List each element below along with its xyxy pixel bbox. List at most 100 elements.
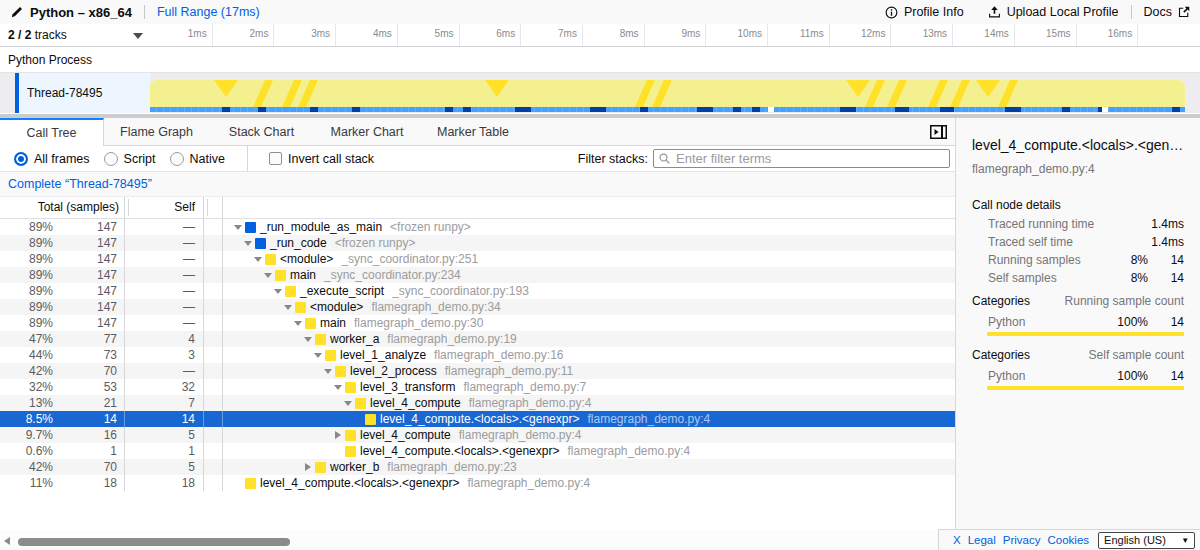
twisty-spacer (234, 479, 242, 487)
process-track-header[interactable]: Python Process (0, 47, 1200, 73)
expanded-triangle-icon[interactable] (334, 383, 342, 391)
tree-row-14[interactable]: 0.6%11level_4_compute.<locals>.<genexpr>… (0, 443, 955, 459)
tab-stack-chart[interactable]: Stack Chart (209, 118, 314, 146)
edit-pencil-icon[interactable] (10, 6, 23, 19)
upload-profile-button[interactable]: Upload Local Profile (988, 5, 1119, 19)
expanded-triangle-icon[interactable] (304, 335, 312, 343)
tree-row-1[interactable]: 89%147—_run_code<frozen runpy> (0, 235, 955, 251)
twisty-spacer (334, 447, 342, 455)
cell-self: 3 (125, 347, 204, 363)
tab-call-tree[interactable]: Call Tree (0, 118, 104, 146)
cell-total: 11%18 (0, 475, 125, 491)
radio-all-frames[interactable] (14, 152, 28, 166)
radio-native[interactable] (170, 152, 184, 166)
settings-separator (247, 146, 248, 171)
expanded-triangle-icon[interactable] (264, 271, 272, 279)
collapsed-triangle-icon[interactable] (334, 431, 342, 439)
thread-activity-graph[interactable] (150, 80, 1185, 112)
sidebar-section-title: Call node details (972, 198, 1184, 212)
language-select[interactable]: English (US)▼ (1098, 532, 1195, 549)
cell-total: 89%147 (0, 315, 125, 331)
expanded-triangle-icon[interactable] (344, 399, 352, 407)
tree-row-3[interactable]: 89%147—main_sync_coordinator.py:234 (0, 267, 955, 283)
profile-info-button[interactable]: Profile Info (885, 5, 964, 19)
tree-row-12[interactable]: 8.5%1414level_4_compute.<locals>.<genexp… (0, 411, 955, 427)
column-header-self[interactable]: Self (125, 197, 204, 218)
filter-stacks-input[interactable] (653, 149, 950, 168)
expanded-triangle-icon[interactable] (294, 319, 302, 327)
radio-native-label[interactable]: Native (190, 152, 225, 166)
radio-all-frames-label[interactable]: All frames (34, 152, 90, 166)
footer-close-link[interactable]: X (953, 534, 961, 546)
scroll-left-arrow-icon[interactable] (4, 537, 10, 545)
tree-row-16[interactable]: 11%1818level_4_compute.<locals>.<genexpr… (0, 475, 955, 491)
tracks-count: 2 / 2 (8, 28, 31, 42)
radio-script-label[interactable]: Script (124, 152, 156, 166)
tree-row-13[interactable]: 9.7%165level_4_computeflamegraph_demo.py… (0, 427, 955, 443)
tree-row-10[interactable]: 32%5332level_3_transformflamegraph_demo.… (0, 379, 955, 395)
footer-privacy-link[interactable]: Privacy (1003, 534, 1041, 546)
detail-value: 1.4ms (1148, 217, 1184, 231)
expanded-triangle-icon[interactable] (284, 303, 292, 311)
cell-tree: level_4_compute.<locals>.<genexpr>flameg… (223, 443, 955, 459)
tree-row-6[interactable]: 89%147—mainflamegraph_demo.py:30 (0, 315, 955, 331)
radio-script[interactable] (104, 152, 118, 166)
file-location: flamegraph_demo.py:4 (587, 412, 710, 426)
expanded-triangle-icon[interactable] (254, 255, 262, 263)
cell-total: 89%147 (0, 283, 125, 299)
profile-title[interactable]: Python – x86_64 (30, 5, 132, 20)
cell-icon (204, 363, 223, 379)
panel-tab-bar: Call TreeFlame GraphStack ChartMarker Ch… (0, 118, 955, 146)
footer-cookies-link[interactable]: Cookies (1048, 534, 1090, 546)
cell-self: 1 (125, 443, 204, 459)
tab-marker-table[interactable]: Marker Table (420, 118, 526, 146)
expanded-triangle-icon[interactable] (234, 223, 242, 231)
tab-flame-graph[interactable]: Flame Graph (104, 118, 209, 146)
docs-link[interactable]: Docs (1144, 5, 1190, 19)
tree-row-11[interactable]: 13%217level_4_computeflamegraph_demo.py:… (0, 395, 955, 411)
cell-tree: worker_aflamegraph_demo.py:19 (223, 331, 955, 347)
cell-self: 5 (125, 427, 204, 443)
cell-icon (204, 235, 223, 251)
expanded-triangle-icon[interactable] (324, 367, 332, 375)
function-name: level_2_process (350, 364, 437, 378)
column-header-total[interactable]: Total (samples) (0, 197, 125, 218)
expanded-triangle-icon[interactable] (244, 239, 252, 247)
cell-self: — (125, 363, 204, 379)
cell-tree: _run_module_as_main<frozen runpy> (223, 219, 955, 235)
file-location: flamegraph_demo.py:19 (387, 332, 516, 346)
tree-row-2[interactable]: 89%147—<module>_sync_coordinator.py:251 (0, 251, 955, 267)
function-name: level_4_compute (360, 428, 451, 442)
call-tree-settings-row: All frames Script Native Invert call sta… (0, 146, 955, 172)
invert-call-stack-label[interactable]: Invert call stack (288, 152, 374, 166)
file-location: flamegraph_demo.py:4 (567, 444, 690, 458)
function-name: _run_module_as_main (260, 220, 382, 234)
breadcrumb-complete-thread-link[interactable]: Complete “Thread-78495” (8, 177, 152, 191)
thread-track-label[interactable]: Thread-78495 (15, 73, 150, 113)
cell-icon (204, 475, 223, 491)
sidebar-toggle-icon[interactable] (930, 125, 947, 139)
thread-track-row[interactable]: Thread-78495 (0, 73, 1200, 113)
cell-icon (204, 331, 223, 347)
tree-row-5[interactable]: 89%147—<module>flamegraph_demo.py:34 (0, 299, 955, 315)
function-name: worker_b (330, 460, 379, 474)
cell-tree: level_1_analyzeflamegraph_demo.py:16 (223, 347, 955, 363)
tree-row-8[interactable]: 44%733level_1_analyzeflamegraph_demo.py:… (0, 347, 955, 363)
tracks-dropdown-button[interactable]: 2 / 2 tracks (8, 24, 67, 46)
ruler-tick-label: 1ms (147, 28, 207, 39)
collapsed-triangle-icon[interactable] (304, 463, 312, 471)
tab-marker-chart[interactable]: Marker Chart (314, 118, 420, 146)
sidebar-file-location: flamegraph_demo.py:4 (972, 162, 1184, 176)
tree-row-0[interactable]: 89%147—_run_module_as_main<frozen runpy> (0, 219, 955, 235)
tree-row-15[interactable]: 42%705worker_bflamegraph_demo.py:23 (0, 459, 955, 475)
full-range-link[interactable]: Full Range (17ms) (157, 5, 260, 19)
expanded-triangle-icon[interactable] (314, 351, 322, 359)
scrollbar-thumb[interactable] (18, 538, 290, 546)
tree-row-9[interactable]: 42%70—level_2_processflamegraph_demo.py:… (0, 363, 955, 379)
invert-call-stack-checkbox[interactable] (269, 152, 282, 165)
footer-legal-link[interactable]: Legal (968, 534, 996, 546)
expanded-triangle-icon[interactable] (274, 287, 282, 295)
tree-row-7[interactable]: 47%774worker_aflamegraph_demo.py:19 (0, 331, 955, 347)
ruler-tick-label: 15ms (1011, 28, 1071, 39)
tree-row-4[interactable]: 89%147—_execute_script_sync_coordinator.… (0, 283, 955, 299)
